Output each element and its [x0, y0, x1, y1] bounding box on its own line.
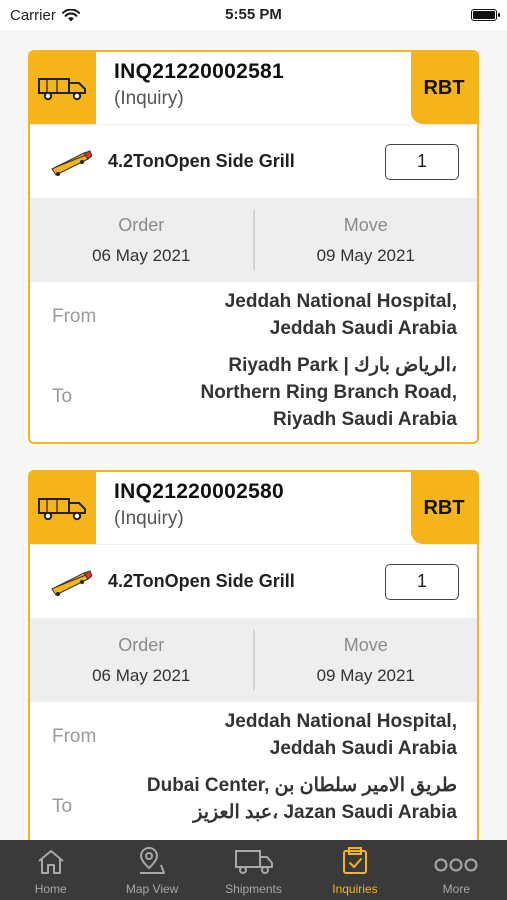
home-icon	[38, 850, 64, 874]
to-address: Riyadh Park | الرياض بارك، Northern Ring…	[132, 352, 457, 442]
move-date: 09 May 2021	[316, 245, 415, 265]
battery-icon	[471, 9, 500, 21]
status-bar: Carrier	[0, 0, 507, 30]
from-line: Jeddah National Hospital,	[224, 711, 457, 732]
to-line: Riyadh Park | الرياض بارك،	[228, 355, 457, 376]
from-label: From	[52, 306, 97, 327]
truck-icon	[38, 498, 86, 521]
vehicle-name: 4.2TonOpen Side Grill	[108, 571, 295, 591]
truck-icon	[234, 850, 273, 874]
from-line: Jeddah Saudi Arabia	[269, 738, 457, 759]
to-row: To Riyadh Park | الرياض بارك، Northern R…	[30, 352, 477, 442]
to-line: Northern Ring Branch Road,	[200, 382, 457, 403]
status-badge: RBT	[411, 52, 477, 124]
carrier-label: Carrier	[10, 6, 56, 24]
tab-more[interactable]: More	[406, 840, 507, 900]
inquiry-type: (Inquiry)	[114, 88, 184, 109]
move-date-col: Move 09 May 2021	[255, 215, 478, 266]
order-date: 06 May 2021	[92, 665, 191, 685]
truck-icon	[38, 78, 86, 101]
more-dots-icon	[434, 858, 478, 872]
tab-label: Home	[34, 882, 67, 896]
vehicle-name: 4.2TonOpen Side Grill	[108, 151, 295, 171]
dates-row: Order 06 May 2021 Move 09 May 2021	[30, 198, 477, 282]
truck-icon-box	[30, 472, 96, 544]
quantity-box[interactable]: 1	[385, 563, 459, 600]
to-line: Riyadh Saudi Arabia	[272, 409, 457, 430]
tab-home[interactable]: Home	[0, 840, 101, 900]
inquiry-number: INQ21220002581	[114, 60, 285, 83]
tab-shipments[interactable]: Shipments	[203, 840, 304, 900]
inquiry-type: (Inquiry)	[114, 508, 184, 529]
status-badge: RBT	[411, 472, 477, 544]
order-date-col: Order 06 May 2021	[30, 215, 253, 266]
vehicle-row: 4.2TonOpen Side Grill 1	[30, 544, 477, 618]
move-label: Move	[343, 214, 388, 235]
vehicle-row: 4.2TonOpen Side Grill 1	[30, 124, 477, 198]
move-date-col: Move 09 May 2021	[255, 635, 478, 686]
card-header-text: INQ21220002580 (Inquiry)	[96, 472, 411, 544]
tab-label: More	[442, 882, 470, 896]
inquiry-number: INQ21220002580	[114, 480, 285, 503]
to-label: To	[52, 796, 73, 817]
to-label: To	[52, 386, 73, 407]
to-line: عبد العزيز، Jazan Saudi Arabia	[193, 802, 457, 823]
flatbed-vehicle-icon	[51, 569, 92, 596]
truck-icon-box	[30, 52, 96, 124]
inquiry-card[interactable]: INQ21220002581 (Inquiry) RBT 4.2TonOpen …	[28, 50, 479, 444]
order-label: Order	[118, 214, 165, 235]
map-pin-icon	[140, 846, 166, 874]
from-line: Jeddah National Hospital,	[224, 291, 457, 312]
card-header: INQ21220002581 (Inquiry) RBT	[30, 52, 477, 124]
tab-label: Map View	[125, 882, 179, 896]
dates-row: Order 06 May 2021 Move 09 May 2021	[30, 618, 477, 702]
order-date-col: Order 06 May 2021	[30, 635, 253, 686]
move-date: 09 May 2021	[316, 665, 415, 685]
inquiry-card[interactable]: INQ21220002580 (Inquiry) RBT 4.2TonOpen …	[28, 470, 479, 840]
box-check-icon	[342, 847, 367, 874]
tab-bar: Home Map View Shipments Inquiries More	[0, 840, 507, 900]
quantity-box[interactable]: 1	[385, 143, 459, 180]
move-label: Move	[343, 634, 388, 655]
from-label: From	[52, 726, 97, 747]
flatbed-vehicle-icon	[51, 149, 92, 176]
tab-label: Inquiries	[332, 882, 378, 896]
card-header: INQ21220002580 (Inquiry) RBT	[30, 472, 477, 544]
to-row: To Dubai Center, طريق الامير سلطان بن عب…	[30, 772, 477, 840]
order-label: Order	[118, 634, 165, 655]
from-address: Jeddah National Hospital, Jeddah Saudi A…	[132, 282, 457, 352]
from-row: From Jeddah National Hospital, Jeddah Sa…	[30, 702, 477, 772]
inquiry-list[interactable]: INQ21220002581 (Inquiry) RBT 4.2TonOpen …	[0, 30, 507, 840]
from-line: Jeddah Saudi Arabia	[269, 318, 457, 339]
wifi-icon	[61, 8, 80, 21]
order-date: 06 May 2021	[92, 245, 191, 265]
card-header-text: INQ21220002581 (Inquiry)	[96, 52, 411, 124]
from-address: Jeddah National Hospital, Jeddah Saudi A…	[132, 702, 457, 772]
status-left: Carrier	[10, 7, 80, 24]
to-line: Dubai Center, طريق الامير سلطان بن	[146, 775, 457, 796]
to-address: Dubai Center, طريق الامير سلطان بن عبد ا…	[132, 772, 457, 840]
tab-label: Shipments	[225, 882, 282, 896]
tab-map-view[interactable]: Map View	[101, 840, 202, 900]
tab-inquiries[interactable]: Inquiries	[304, 840, 405, 900]
from-row: From Jeddah National Hospital, Jeddah Sa…	[30, 282, 477, 352]
